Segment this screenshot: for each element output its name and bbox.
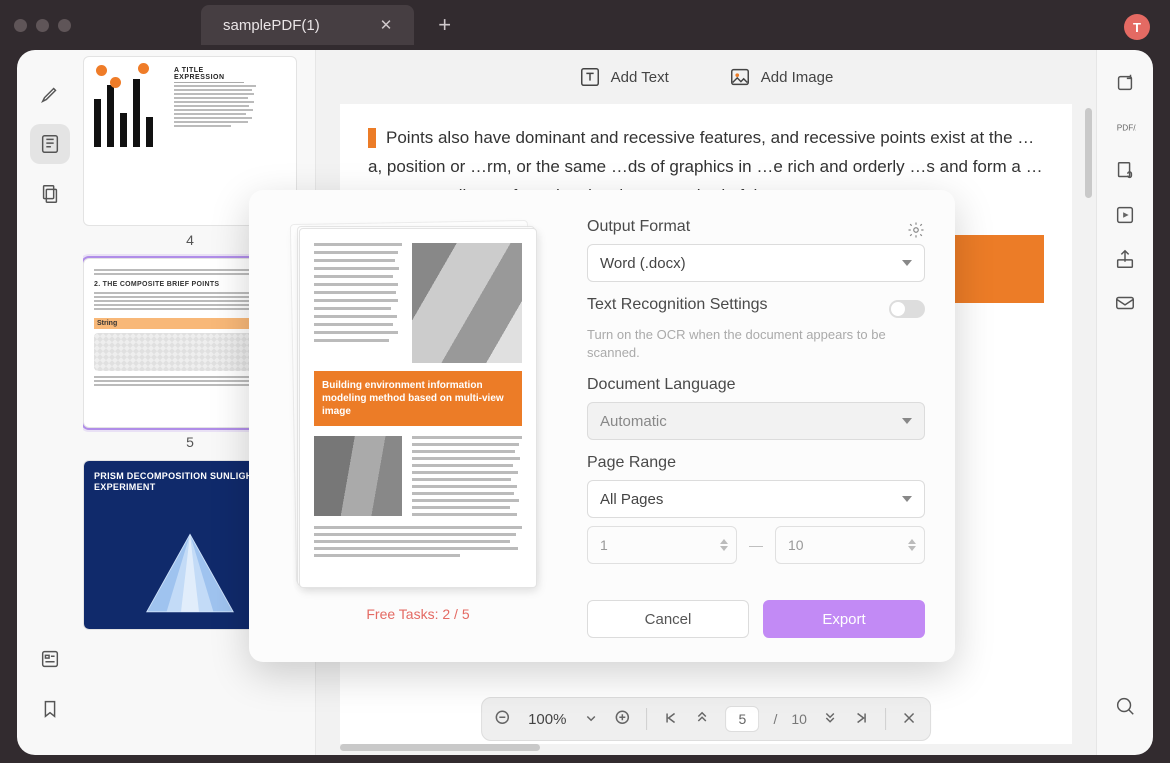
close-controls-button[interactable] bbox=[900, 709, 918, 730]
ocr-toggle[interactable] bbox=[889, 300, 925, 318]
thumbnails-panel-icon[interactable] bbox=[30, 124, 70, 164]
page-sep: / bbox=[773, 711, 777, 727]
first-page-button[interactable] bbox=[661, 709, 679, 730]
zoom-level[interactable]: 100% bbox=[526, 711, 568, 728]
close-tab-icon[interactable]: ✕ bbox=[380, 16, 393, 34]
rotate-icon[interactable] bbox=[1114, 72, 1136, 94]
vertical-scrollbar[interactable] bbox=[1085, 108, 1092, 198]
page-range-label: Page Range bbox=[587, 454, 925, 472]
preview-banner: Building environment information modelin… bbox=[314, 371, 522, 426]
range-from-input[interactable]: 1 bbox=[587, 526, 737, 564]
language-value: Automatic bbox=[600, 413, 667, 430]
new-tab-button[interactable]: + bbox=[438, 12, 451, 38]
zoom-dropdown-icon[interactable] bbox=[582, 709, 600, 730]
close-window[interactable] bbox=[14, 19, 27, 32]
page-total: 10 bbox=[791, 711, 807, 727]
mail-icon[interactable] bbox=[1114, 292, 1136, 314]
add-image-label: Add Image bbox=[761, 69, 834, 86]
share-icon[interactable] bbox=[1114, 248, 1136, 270]
traffic-lights bbox=[14, 19, 71, 32]
form-tool-icon[interactable] bbox=[30, 639, 70, 679]
add-text-button[interactable]: Add Text bbox=[579, 66, 669, 88]
range-to-input[interactable]: 10 bbox=[775, 526, 925, 564]
output-format-value: Word (.docx) bbox=[600, 255, 686, 272]
language-select[interactable]: Automatic bbox=[587, 402, 925, 440]
tab-title: samplePDF(1) bbox=[223, 17, 320, 34]
zoom-out-button[interactable] bbox=[494, 709, 512, 730]
ocr-label: Text Recognition Settings bbox=[587, 296, 768, 314]
zoom-in-button[interactable] bbox=[614, 709, 632, 730]
page-range-value: All Pages bbox=[600, 491, 663, 508]
ocr-help: Turn on the OCR when the document appear… bbox=[587, 326, 925, 362]
horizontal-scrollbar[interactable] bbox=[340, 744, 540, 751]
document-tab[interactable]: samplePDF(1) ✕ bbox=[201, 5, 414, 45]
preview-image bbox=[412, 243, 522, 363]
edit-toolbar: Add Text Add Image bbox=[316, 50, 1096, 104]
avatar[interactable]: T bbox=[1124, 14, 1150, 40]
chevron-down-icon bbox=[902, 418, 912, 424]
minimize-window[interactable] bbox=[36, 19, 49, 32]
window-titlebar: samplePDF(1) ✕ + bbox=[0, 0, 1170, 50]
free-tasks-label: Free Tasks: 2 / 5 bbox=[366, 606, 469, 622]
export-label: Export bbox=[822, 611, 865, 628]
page-range-select[interactable]: All Pages bbox=[587, 480, 925, 518]
add-image-button[interactable]: Add Image bbox=[729, 66, 834, 88]
range-from-value: 1 bbox=[600, 537, 608, 553]
add-text-label: Add Text bbox=[611, 69, 669, 86]
export-preview: Building environment information modelin… bbox=[279, 218, 557, 638]
right-rail: PDF/A bbox=[1097, 50, 1153, 755]
current-page-input[interactable]: 5 bbox=[725, 706, 759, 732]
stepper-icon[interactable] bbox=[720, 539, 728, 551]
pdfa-icon[interactable]: PDF/A bbox=[1114, 116, 1136, 138]
next-page-button[interactable] bbox=[821, 709, 839, 730]
lock-page-icon[interactable] bbox=[1114, 160, 1136, 182]
range-to-value: 10 bbox=[788, 537, 804, 553]
chevron-down-icon bbox=[902, 260, 912, 266]
highlighter-tool-icon[interactable] bbox=[30, 74, 70, 114]
cancel-label: Cancel bbox=[645, 611, 692, 628]
avatar-letter: T bbox=[1133, 20, 1141, 35]
output-format-label: Output Format bbox=[587, 218, 690, 236]
export-settings: Output Format Word (.docx) Text Recognit… bbox=[587, 218, 925, 638]
settings-gear-icon[interactable] bbox=[907, 221, 925, 242]
preview-image bbox=[314, 436, 402, 516]
output-format-select[interactable]: Word (.docx) bbox=[587, 244, 925, 282]
language-label: Document Language bbox=[587, 376, 925, 394]
export-button[interactable]: Export bbox=[763, 600, 925, 638]
zoom-window[interactable] bbox=[58, 19, 71, 32]
stepper-icon[interactable] bbox=[908, 539, 916, 551]
chevron-down-icon bbox=[902, 496, 912, 502]
pages-tool-icon[interactable] bbox=[30, 174, 70, 214]
bookmark-tool-icon[interactable] bbox=[30, 689, 70, 729]
accent-bar bbox=[368, 128, 376, 148]
left-rail bbox=[17, 50, 83, 755]
export-dialog: Building environment information modelin… bbox=[249, 190, 955, 662]
cancel-button[interactable]: Cancel bbox=[587, 600, 749, 638]
last-page-button[interactable] bbox=[853, 709, 871, 730]
play-page-icon[interactable] bbox=[1114, 204, 1136, 226]
range-dash: — bbox=[749, 537, 763, 553]
svg-text:PDF/A: PDF/A bbox=[1117, 124, 1136, 133]
app-window: A TITLE EXPRESSION 4 bbox=[17, 50, 1153, 755]
search-icon[interactable] bbox=[1114, 695, 1136, 717]
prev-page-button[interactable] bbox=[693, 709, 711, 730]
page-controls: 100% 5 / 10 bbox=[481, 697, 931, 741]
